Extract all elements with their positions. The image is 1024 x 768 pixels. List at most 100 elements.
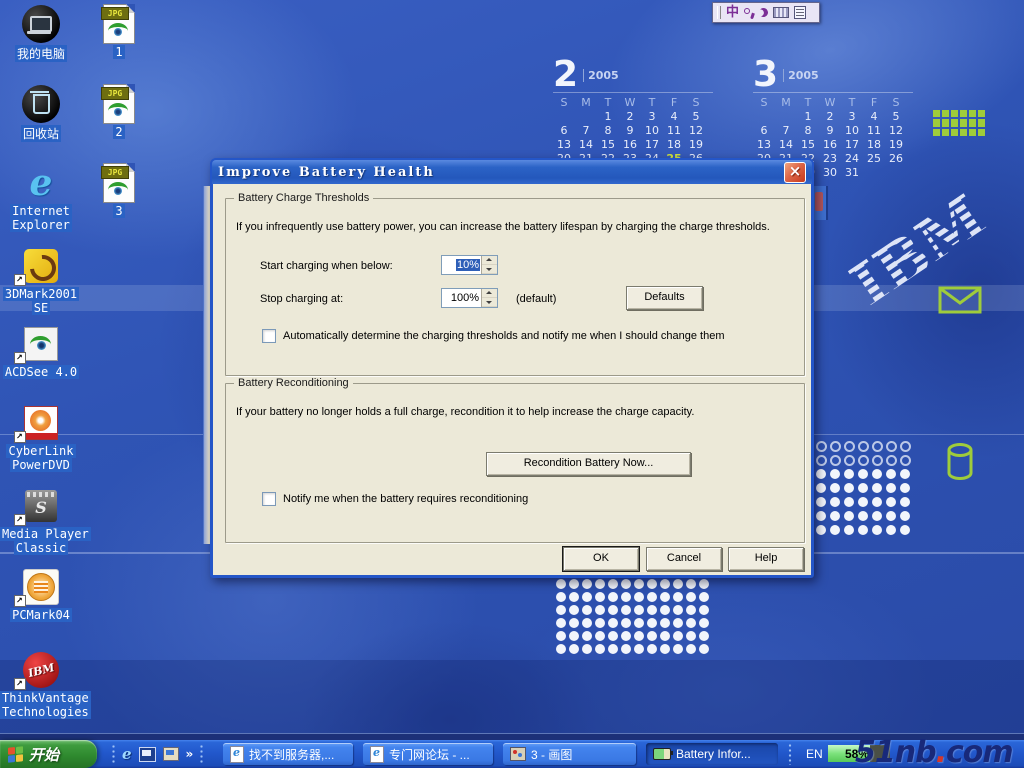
51nb-watermark: 51nb.com: [855, 735, 1013, 768]
calendar-day: 3: [841, 110, 863, 123]
ok-button[interactable]: OK: [563, 547, 639, 571]
deco-dot: [608, 644, 618, 654]
deco-dot: [886, 455, 897, 466]
start-charging-value[interactable]: 10%: [456, 259, 480, 271]
desktop-icon-label: InternetExplorer: [0, 204, 82, 232]
desktop-icon-internet-explorer[interactable]: eInternetExplorer: [0, 163, 82, 232]
desktop-icon-recycle-bin[interactable]: 回收站: [0, 84, 82, 142]
ie-page-icon: [370, 746, 384, 763]
taskbar-task-4[interactable]: Battery Infor...: [646, 743, 778, 765]
deco-dot: [844, 483, 854, 493]
defaults-button[interactable]: Defaults: [626, 286, 703, 310]
start-charging-spinner[interactable]: 10%: [441, 255, 498, 275]
deco-dot: [900, 469, 910, 479]
jpg-file-3-icon[interactable]: JPG: [78, 163, 160, 203]
thinkvantage-technologies-icon[interactable]: [0, 650, 82, 690]
help-button[interactable]: Help: [728, 547, 804, 571]
my-computer-icon[interactable]: [0, 4, 82, 44]
deco-dot: [621, 592, 631, 602]
internet-explorer-icon[interactable]: e: [0, 163, 82, 203]
language-indicator[interactable]: EN: [806, 747, 823, 761]
desktop-icon-thinkvantage-technologies[interactable]: ThinkVantageTechnologies: [0, 650, 82, 719]
jpg-file-2-icon[interactable]: JPG: [78, 84, 160, 124]
label-line: Technologies: [0, 705, 91, 719]
deco-dot: [886, 483, 896, 493]
acdsee-40-icon[interactable]: [0, 324, 82, 364]
3dmark2001-se-icon[interactable]: [0, 246, 82, 286]
media-player-classic-icon[interactable]: [0, 486, 82, 526]
ime-keyboard-icon[interactable]: [773, 7, 789, 18]
dialog-titlebar[interactable]: Improve Battery Health: [212, 160, 812, 184]
calendar-day: 2: [819, 110, 841, 123]
deco-dot: [844, 497, 854, 507]
deco-dot: [647, 631, 657, 641]
deco-dot: [816, 525, 826, 535]
cancel-button[interactable]: Cancel: [646, 547, 722, 571]
desktop-icon-jpg-file-2[interactable]: JPG2: [78, 84, 160, 139]
desktop-icon-media-player-classic[interactable]: Media PlayerClassic: [0, 486, 82, 555]
label-line: 我的电脑: [15, 45, 67, 62]
ime-punctuation-icon[interactable]: [744, 7, 754, 19]
recycle-bin-icon[interactable]: [0, 84, 82, 124]
calendar-header: 22005: [553, 54, 713, 88]
quick-launch-mail-icon[interactable]: [139, 747, 156, 762]
desktop-icon-3dmark2001-se[interactable]: 3DMark2001SE: [0, 246, 82, 315]
start-button[interactable]: 开始: [0, 740, 97, 768]
quick-launch-ie-icon[interactable]: e: [122, 745, 132, 763]
notify-reconditioning-checkbox[interactable]: Notify me when the battery requires reco…: [262, 492, 528, 506]
deco-dot: [556, 579, 566, 589]
desktop-icon-label: Media PlayerClassic: [0, 527, 82, 555]
spin-up-icon[interactable]: [482, 289, 497, 298]
desktop-icon-acdsee-40[interactable]: ACDSee 4.0: [0, 324, 82, 379]
taskbar-task-2[interactable]: 专门网论坛 - ...: [363, 743, 493, 765]
desktop: 22005SMTWTFS1234567891011121314151617181…: [0, 0, 1024, 768]
quick-launch-overflow-chevron[interactable]: »: [186, 747, 194, 761]
deco-dot: [900, 525, 910, 535]
deco-dot: [608, 592, 618, 602]
desktop-icon-cyberlink-powerdvd[interactable]: CyberLinkPowerDVD: [0, 403, 82, 472]
auto-thresholds-checkbox[interactable]: Automatically determine the charging thr…: [262, 329, 724, 343]
spin-down-icon[interactable]: [482, 265, 497, 274]
deco-dot: [634, 592, 644, 602]
group-title: Battery Reconditioning: [234, 377, 353, 389]
ime-softkeyboard-icon[interactable]: [758, 7, 770, 19]
deco-dot: [858, 511, 868, 521]
checkbox-label: Notify me when the battery requires reco…: [283, 493, 528, 505]
pcmark04-icon[interactable]: [0, 567, 82, 607]
battery-reconditioning-group: Battery Reconditioning If your battery n…: [225, 383, 805, 543]
recondition-battery-button[interactable]: Recondition Battery Now...: [486, 452, 691, 476]
taskbar-task-1[interactable]: 找不到服务器,...: [223, 743, 353, 765]
stop-charging-spinner[interactable]: 100%: [441, 288, 498, 308]
task-label: Battery Infor...: [676, 747, 751, 761]
default-note: (default): [516, 293, 556, 305]
quick-launch-show-desktop-icon[interactable]: [163, 747, 179, 761]
checkbox-box[interactable]: [262, 492, 276, 506]
deco-dot: [830, 525, 840, 535]
stop-charging-value[interactable]: 100%: [450, 292, 480, 304]
spin-up-icon[interactable]: [482, 256, 497, 265]
cyberlink-powerdvd-icon[interactable]: [0, 403, 82, 443]
calendar-day: 13: [553, 138, 575, 151]
ime-language-icon[interactable]: 中: [726, 4, 739, 21]
calendar-day-header: S: [685, 96, 707, 109]
deco-dot: [858, 483, 868, 493]
spin-down-icon[interactable]: [482, 298, 497, 307]
deco-dot: [686, 579, 696, 589]
close-icon[interactable]: [784, 162, 806, 183]
taskbar-task-3[interactable]: 3 - 画图: [503, 743, 636, 765]
calendar-day-header: W: [819, 96, 841, 109]
ime-menu-icon[interactable]: [794, 6, 806, 19]
desktop-icon-jpg-file-3[interactable]: JPG3: [78, 163, 160, 218]
deco-dot: [595, 579, 605, 589]
desktop-icon-jpg-file-1[interactable]: JPG1: [78, 4, 160, 59]
ime-toolbar[interactable]: 中: [712, 2, 820, 23]
calendar-month: 3: [753, 54, 778, 95]
jpg-file-1-icon[interactable]: JPG: [78, 4, 160, 44]
checkbox-box[interactable]: [262, 329, 276, 343]
calendar-day-header: S: [885, 96, 907, 109]
desktop-icon-pcmark04[interactable]: PCMark04: [0, 567, 82, 622]
desktop-icon-my-computer[interactable]: 我的电脑: [0, 4, 82, 62]
stop-charging-label: Stop charging at:: [260, 293, 343, 305]
deco-dot: [830, 455, 841, 466]
ime-drag-handle[interactable]: [717, 6, 721, 19]
